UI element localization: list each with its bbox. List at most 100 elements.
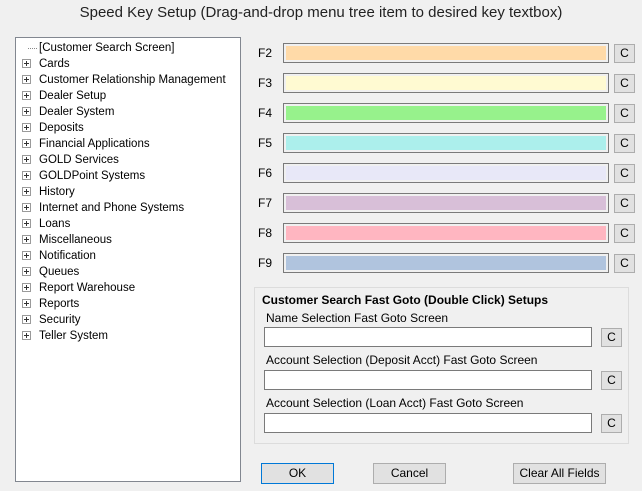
- tree-item-dealer-setup[interactable]: Dealer Setup: [16, 88, 240, 104]
- expand-plus-icon[interactable]: [22, 91, 31, 100]
- color-swatch: [286, 196, 606, 210]
- key-label: F2: [258, 46, 273, 60]
- name-selection-label: Name Selection Fast Goto Screen: [266, 311, 449, 325]
- clear-f6-button[interactable]: C: [614, 164, 635, 183]
- tree-item-label: Security: [39, 314, 81, 326]
- key-label: F3: [258, 76, 273, 90]
- color-swatch: [286, 46, 606, 60]
- tree-item-queues[interactable]: Queues: [16, 264, 240, 280]
- tree-item-label: [Customer Search Screen]: [39, 42, 175, 54]
- tree-item-label: Reports: [39, 298, 80, 310]
- key-label: F5: [258, 136, 273, 150]
- tree-item-label: Report Warehouse: [39, 282, 136, 294]
- expand-plus-icon[interactable]: [22, 251, 31, 260]
- color-swatch: [286, 136, 606, 150]
- loan-acct-selection-field[interactable]: [264, 413, 592, 433]
- expand-plus-icon[interactable]: [22, 107, 31, 116]
- color-swatch: [286, 226, 606, 240]
- tree-item-dealer-system[interactable]: Dealer System: [16, 104, 240, 120]
- speed-key-textbox-f8[interactable]: [283, 223, 609, 243]
- clear-f9-button[interactable]: C: [614, 254, 635, 273]
- deposit-acct-selection-field[interactable]: [264, 370, 592, 390]
- tree-item-security[interactable]: Security: [16, 312, 240, 328]
- expand-plus-icon[interactable]: [22, 59, 31, 68]
- cancel-button[interactable]: Cancel: [373, 463, 446, 484]
- ok-button[interactable]: OK: [261, 463, 334, 484]
- clear-f5-button[interactable]: C: [614, 134, 635, 153]
- clear-loan-acct-selection-button[interactable]: C: [601, 414, 622, 433]
- fast-goto-group-title: Customer Search Fast Goto (Double Click)…: [262, 293, 549, 307]
- speed-key-textbox-f4[interactable]: [283, 103, 609, 123]
- speed-key-textbox-f5[interactable]: [283, 133, 609, 153]
- speed-key-textbox-f6[interactable]: [283, 163, 609, 183]
- color-swatch: [286, 106, 606, 120]
- speed-key-textbox-f9[interactable]: [283, 253, 609, 273]
- expand-plus-icon[interactable]: [22, 267, 31, 276]
- key-label: F4: [258, 106, 273, 120]
- clear-name-selection-button[interactable]: C: [601, 328, 622, 347]
- key-label: F6: [258, 166, 273, 180]
- expand-plus-icon[interactable]: [22, 315, 31, 324]
- tree-item-gold-services[interactable]: GOLD Services: [16, 152, 240, 168]
- expand-plus-icon[interactable]: [22, 283, 31, 292]
- clear-f7-button[interactable]: C: [614, 194, 635, 213]
- tree-item-label: GOLDPoint Systems: [39, 170, 146, 182]
- tree-line-icon: [28, 48, 37, 49]
- tree-item-loans[interactable]: Loans: [16, 216, 240, 232]
- tree-item-teller-system[interactable]: Teller System: [16, 328, 240, 344]
- tree-item-notification[interactable]: Notification: [16, 248, 240, 264]
- tree-item-report-warehouse[interactable]: Report Warehouse: [16, 280, 240, 296]
- expand-plus-icon[interactable]: [22, 75, 31, 84]
- tree-item-label: Financial Applications: [39, 138, 150, 150]
- expand-plus-icon[interactable]: [22, 203, 31, 212]
- key-label: F9: [258, 256, 273, 270]
- clear-deposit-acct-selection-button[interactable]: C: [601, 371, 622, 390]
- tree-item-miscellaneous[interactable]: Miscellaneous: [16, 232, 240, 248]
- expand-plus-icon[interactable]: [22, 123, 31, 132]
- clear-f4-button[interactable]: C: [614, 104, 635, 123]
- menu-tree[interactable]: [Customer Search Screen] Cards Customer …: [15, 37, 241, 482]
- color-swatch: [286, 166, 606, 180]
- tree-item-label: Teller System: [39, 330, 109, 342]
- expand-plus-icon[interactable]: [22, 155, 31, 164]
- tree-item-financial-applications[interactable]: Financial Applications: [16, 136, 240, 152]
- tree-item-goldpoint-systems[interactable]: GOLDPoint Systems: [16, 168, 240, 184]
- name-selection-field[interactable]: [264, 327, 592, 347]
- speed-key-textbox-f3[interactable]: [283, 73, 609, 93]
- tree-item-label: Miscellaneous: [39, 234, 112, 246]
- expand-plus-icon[interactable]: [22, 331, 31, 340]
- tree-item-customer-search-screen[interactable]: [Customer Search Screen]: [16, 40, 240, 56]
- tree-item-internet-and-phone-systems[interactable]: Internet and Phone Systems: [16, 200, 240, 216]
- tree-item-label: Deposits: [39, 122, 84, 134]
- clear-f8-button[interactable]: C: [614, 224, 635, 243]
- expand-plus-icon[interactable]: [22, 187, 31, 196]
- tree-item-label: History: [39, 186, 75, 198]
- expand-plus-icon[interactable]: [22, 219, 31, 228]
- clear-all-fields-button[interactable]: Clear All Fields: [513, 463, 606, 484]
- speed-key-textbox-f7[interactable]: [283, 193, 609, 213]
- speed-key-textbox-f2[interactable]: [283, 43, 609, 63]
- tree-item-label: Loans: [39, 218, 71, 230]
- tree-item-deposits[interactable]: Deposits: [16, 120, 240, 136]
- expand-plus-icon[interactable]: [22, 235, 31, 244]
- tree-item-label: GOLD Services: [39, 154, 119, 166]
- key-label: F8: [258, 226, 273, 240]
- deposit-acct-selection-label: Account Selection (Deposit Acct) Fast Go…: [266, 353, 538, 367]
- tree-item-customer-relationship-management[interactable]: Customer Relationship Management: [16, 72, 240, 88]
- expand-plus-icon[interactable]: [22, 139, 31, 148]
- clear-f2-button[interactable]: C: [614, 44, 635, 63]
- tree-item-label: Cards: [39, 58, 70, 70]
- tree-item-label: Dealer Setup: [39, 90, 107, 102]
- tree-item-reports[interactable]: Reports: [16, 296, 240, 312]
- tree-item-history[interactable]: History: [16, 184, 240, 200]
- color-swatch: [286, 256, 606, 270]
- tree-item-label: Queues: [39, 266, 80, 278]
- expand-plus-icon[interactable]: [22, 171, 31, 180]
- tree-item-label: Dealer System: [39, 106, 115, 118]
- tree-item-label: Notification: [39, 250, 96, 262]
- expand-plus-icon[interactable]: [22, 299, 31, 308]
- window-title: Speed Key Setup (Drag-and-drop menu tree…: [79, 4, 563, 21]
- clear-f3-button[interactable]: C: [614, 74, 635, 93]
- tree-item-cards[interactable]: Cards: [16, 56, 240, 72]
- tree-item-label: Internet and Phone Systems: [39, 202, 185, 214]
